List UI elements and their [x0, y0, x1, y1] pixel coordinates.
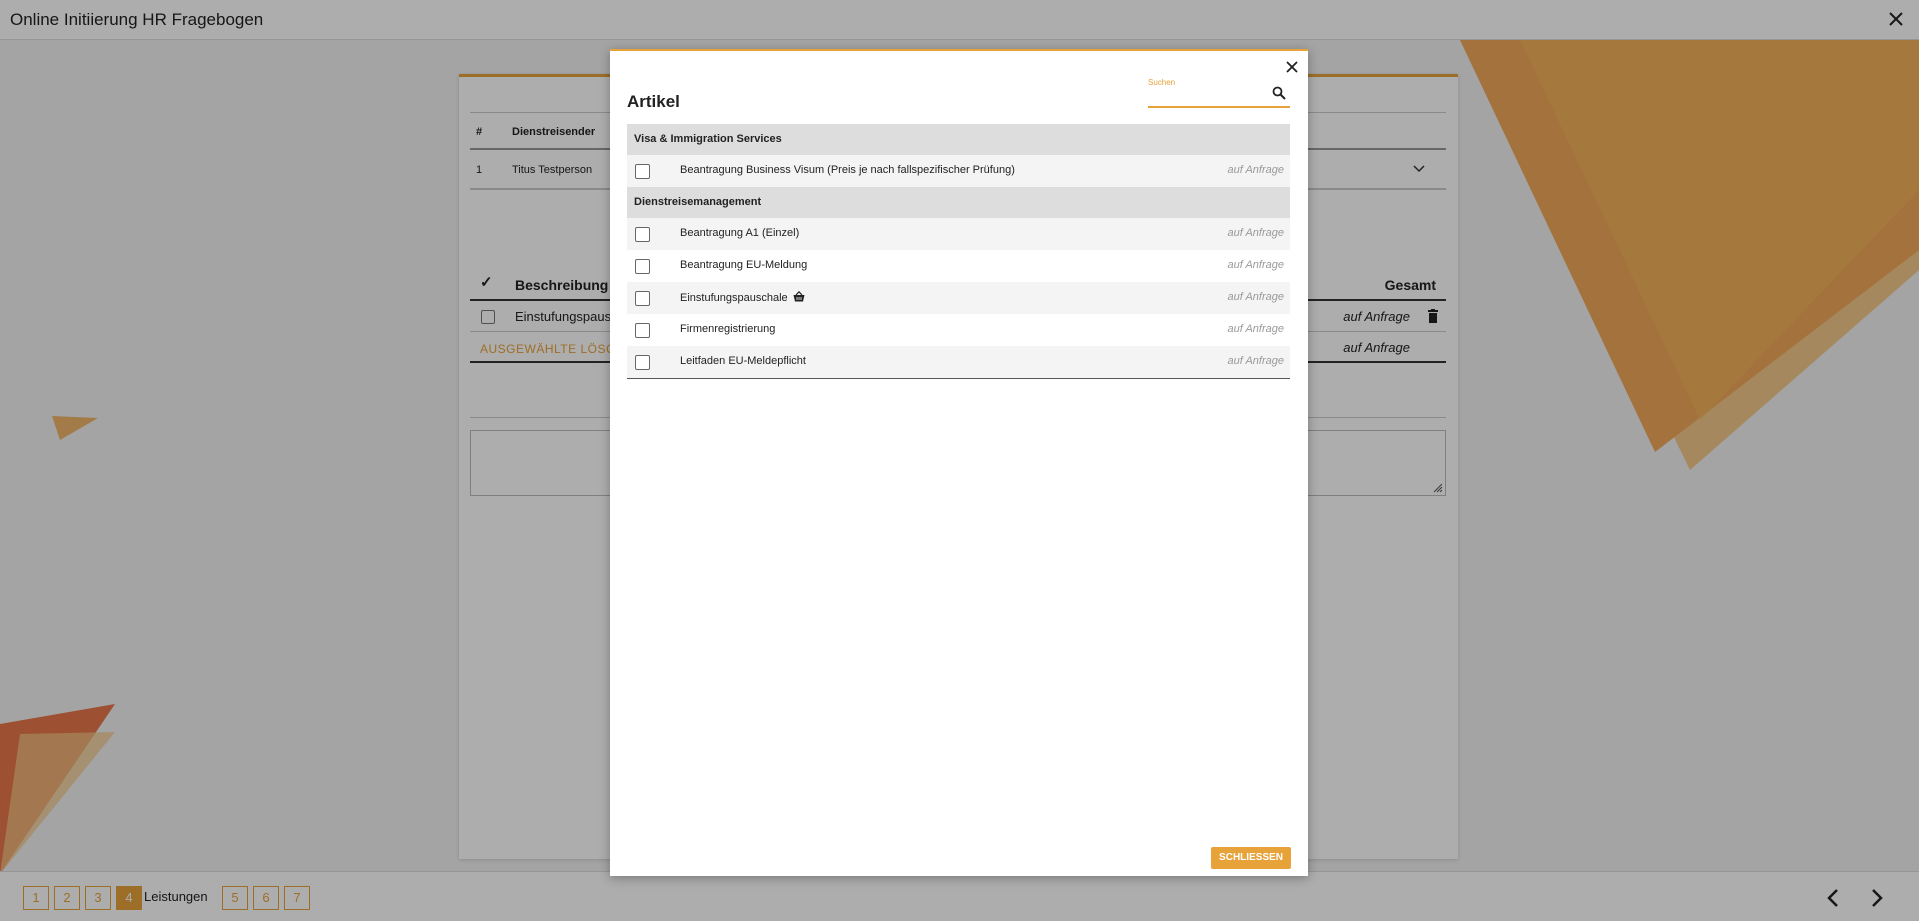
item-checkbox[interactable]: [635, 227, 650, 242]
item-name: Firmenregistrierung: [680, 323, 776, 335]
search-icon[interactable]: [1272, 86, 1286, 100]
item-name: Beantragung Business Visum (Preis je nac…: [680, 164, 1015, 176]
item-price: auf Anfrage: [1227, 164, 1284, 176]
close-icon[interactable]: [1284, 59, 1300, 75]
item-checkbox[interactable]: [635, 323, 650, 338]
search-input[interactable]: [1148, 90, 1268, 106]
list-item[interactable]: Firmenregistrierung auf Anfrage: [627, 314, 1290, 346]
item-checkbox[interactable]: [635, 259, 650, 274]
close-dialog-button[interactable]: SCHLIESSEN: [1211, 847, 1291, 869]
item-name: Beantragung EU-Meldung: [680, 259, 808, 271]
item-checkbox[interactable]: [635, 291, 650, 306]
item-price: auf Anfrage: [1227, 355, 1284, 367]
item-price: auf Anfrage: [1227, 291, 1284, 303]
item-name: Leitfaden EU-Meldepflicht: [680, 355, 806, 367]
search-label: Suchen: [1148, 78, 1176, 87]
list-item[interactable]: Beantragung A1 (Einzel) auf Anfrage: [627, 218, 1290, 250]
item-price: auf Anfrage: [1227, 259, 1284, 271]
list-item[interactable]: Einstufungspauschale auf Anfrage: [627, 282, 1290, 314]
item-checkbox[interactable]: [635, 164, 650, 179]
search-box: Suchen: [1148, 76, 1290, 108]
item-price: auf Anfrage: [1227, 227, 1284, 239]
article-list: Visa & Immigration Services Beantragung …: [627, 124, 1290, 379]
item-name-wrap: Einstufungspauschale: [680, 291, 805, 304]
group-header-visa: Visa & Immigration Services: [627, 124, 1290, 155]
basket-icon: [793, 291, 805, 302]
list-item[interactable]: Leitfaden EU-Meldepflicht auf Anfrage: [627, 346, 1290, 378]
dialog-title: Artikel: [627, 92, 680, 111]
item-checkbox[interactable]: [635, 355, 650, 370]
article-dialog: Artikel Suchen Visa & Immigration Servic…: [610, 49, 1308, 876]
list-item[interactable]: Beantragung Business Visum (Preis je nac…: [627, 155, 1290, 187]
item-name: Beantragung A1 (Einzel): [680, 227, 800, 239]
item-price: auf Anfrage: [1227, 323, 1284, 335]
list-item[interactable]: Beantragung EU-Meldung auf Anfrage: [627, 250, 1290, 282]
group-header-dienstreise: Dienstreisemanagement: [627, 187, 1290, 218]
item-name: Einstufungspauschale: [680, 292, 788, 304]
